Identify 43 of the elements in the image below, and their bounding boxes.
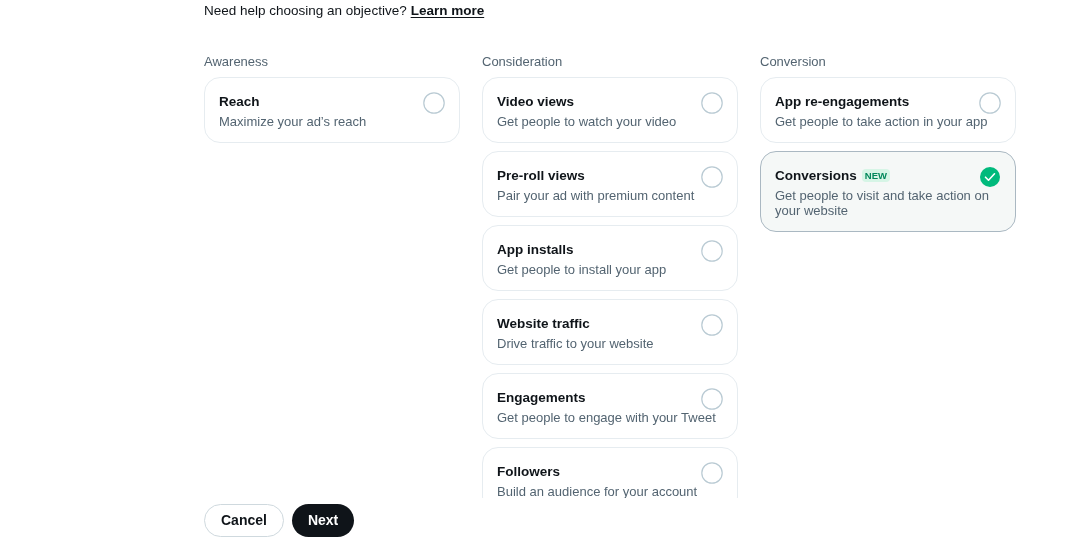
objective-option[interactable]: Conversions NEW Get people to visit and take action on your website [760, 151, 1016, 232]
objective-option[interactable]: Engagements Get people to engage with your Tweet [482, 373, 738, 439]
option-description: Get people to visit and take action on your website [775, 188, 990, 218]
option-description: Drive traffic to your website [497, 336, 655, 351]
option-title: Reach [219, 93, 260, 110]
option-title: Followers [497, 463, 560, 480]
new-badge: NEW [861, 169, 890, 182]
help-text: Need help choosing an objective? [204, 2, 407, 21]
option-title: App installs [497, 241, 574, 258]
option-title: App re-engagements [775, 93, 910, 110]
radio-icon[interactable] [701, 314, 723, 336]
radio-icon[interactable] [701, 166, 723, 188]
objective-option[interactable]: Reach Maximize your ad’s reach [204, 77, 460, 143]
checked-radio-icon[interactable] [979, 166, 1001, 188]
objective-option[interactable]: App re-engagements Get people to take action in your app [760, 77, 1016, 143]
option-title: Pre-roll views [497, 167, 585, 184]
radio-icon[interactable] [701, 388, 723, 410]
option-description: Get people to engage with your Tweet [497, 410, 717, 425]
option-description: Get people to install your app [497, 262, 668, 277]
next-button[interactable]: Next [291, 504, 355, 537]
option-title: Website traffic [497, 315, 590, 332]
column-label: Conversion [760, 53, 827, 68]
radio-icon[interactable] [979, 92, 1001, 114]
objective-option[interactable]: Video views Get people to watch your video [482, 77, 738, 143]
radio-icon[interactable] [701, 462, 723, 484]
option-description: Maximize your ad’s reach [219, 114, 368, 129]
radio-icon[interactable] [423, 92, 445, 114]
objective-option[interactable]: Pre-roll views Pair your ad with premium content [482, 151, 738, 217]
option-description: Build an audience for your account [497, 484, 699, 498]
option-description: Get people to take action in your app [775, 114, 989, 129]
learn-more-link[interactable]: Learn more [410, 1, 485, 22]
option-title: Video views [497, 93, 575, 110]
objective-option[interactable]: App installs Get people to install your app [482, 225, 738, 291]
radio-icon[interactable] [701, 240, 723, 262]
option-title: Engagements [497, 389, 586, 406]
option-description: Get people to watch your video [497, 114, 678, 129]
column-label: Awareness [204, 53, 270, 68]
radio-icon[interactable] [701, 92, 723, 114]
option-description: Pair your ad with premium content [497, 188, 696, 203]
column-label: Consideration [482, 53, 564, 68]
option-title: Conversions [775, 167, 857, 184]
objective-option[interactable]: Followers Build an audience for your account [482, 447, 738, 498]
objective-option[interactable]: Website traffic Drive traffic to your website [482, 299, 738, 365]
